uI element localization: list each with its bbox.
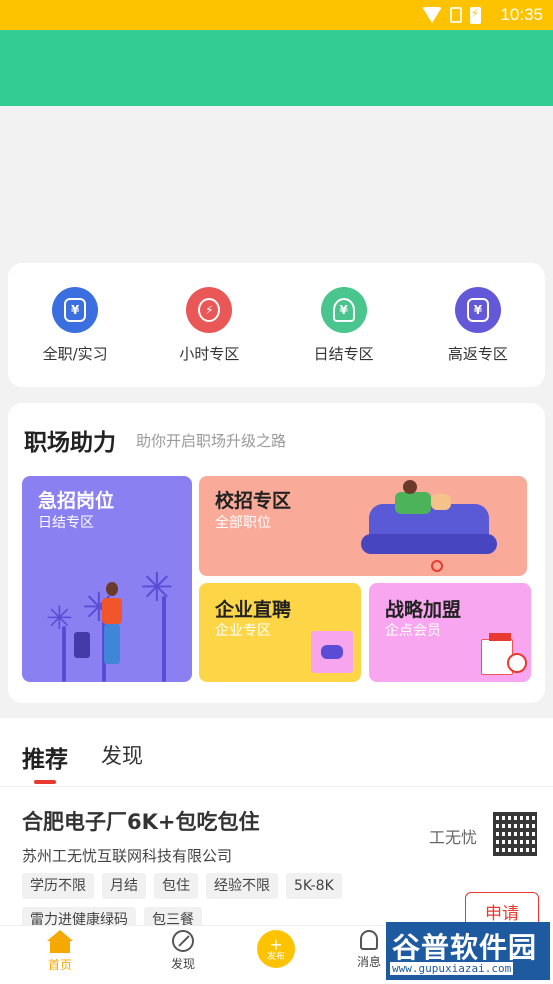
category-card: ¥ 全职/实习 ⚡ 小时专区 ¥ 日结专区 ¥ 高返专区 <box>8 263 545 387</box>
tile-subtitle: 日结专区 <box>38 515 94 531</box>
job-tag: 经验不限 <box>206 873 278 899</box>
nav-label: 发布 <box>266 951 285 962</box>
section-subtitle: 助你开启职场升级之路 <box>136 432 287 450</box>
money-box-icon: ¥ <box>454 286 501 333</box>
nav-label: 消息 <box>356 955 381 969</box>
category-label: 小时专区 <box>179 344 240 363</box>
tile-subtitle: 全部职位 <box>215 515 271 531</box>
job-company: 苏州工无忧互联网科技有限公司 <box>22 847 233 865</box>
nav-publish[interactable]: + 发布 <box>246 930 306 968</box>
tile-title: 企业直聘 <box>215 599 292 621</box>
publish-plus-icon: + 发布 <box>257 930 295 968</box>
tile-title: 战略加盟 <box>385 599 462 621</box>
category-fulltime[interactable]: ¥ 全职/实习 <box>15 286 135 364</box>
category-rebate[interactable]: ¥ 高返专区 <box>418 286 538 364</box>
battery-icon <box>470 6 481 24</box>
job-poster-name: 工无忧 <box>429 828 478 847</box>
active-tab-indicator <box>34 780 56 784</box>
user-money-icon: ¥ <box>320 286 367 333</box>
category-hourly[interactable]: ⚡ 小时专区 <box>149 286 269 364</box>
compass-icon <box>172 930 194 952</box>
job-tag: 月结 <box>102 873 146 899</box>
category-daily[interactable]: ¥ 日结专区 <box>284 286 404 364</box>
sim-icon <box>450 7 462 23</box>
tile-strategic-alliance[interactable]: 战略加盟 企点会员 <box>369 583 531 682</box>
job-tag: 包住 <box>154 873 198 899</box>
wifi-icon <box>422 7 442 23</box>
tile-subtitle: 企点会员 <box>385 623 441 639</box>
watermark-title: 谷普软件园 <box>392 931 538 964</box>
qr-code-icon <box>493 812 537 856</box>
tile-title: 急招岗位 <box>38 490 115 512</box>
stopwatch-icon: ⚡ <box>186 286 233 333</box>
tile-direct-hire[interactable]: 企业直聘 企业专区 <box>199 583 361 682</box>
top-banner[interactable] <box>0 30 553 106</box>
home-icon <box>47 930 73 941</box>
robot-illustration <box>311 631 353 673</box>
job-title: 合肥电子厂6K+包吃包住 <box>22 810 260 834</box>
nav-discover[interactable]: 发现 <box>153 930 213 972</box>
nav-label: 首页 <box>47 958 72 972</box>
tab-discover[interactable]: 发现 <box>101 740 143 770</box>
home-icon-body <box>50 941 70 953</box>
site-watermark: 谷普软件园 www.gupuxiazai.com <box>386 922 550 980</box>
watermark-url: www.gupuxiazai.com <box>390 962 514 975</box>
nav-label: 发现 <box>170 957 195 971</box>
nav-home[interactable]: 首页 <box>30 930 90 973</box>
tab-recommend[interactable]: 推荐 <box>22 740 68 774</box>
tile-title: 校招专区 <box>215 490 292 512</box>
status-icons <box>422 6 481 24</box>
fulltime-icon: ¥ <box>52 286 99 333</box>
status-time: 10:35 <box>500 5 543 24</box>
job-tag: 5K-8K <box>286 873 342 899</box>
bell-icon <box>360 930 378 950</box>
section-title: 职场助力 <box>24 430 116 456</box>
status-bar: 10:35 <box>0 0 553 30</box>
job-tags: 学历不限 月结 包住 经验不限 5K-8K 雷力进健康绿码 包三餐 <box>22 873 382 933</box>
tile-campus-recruit[interactable]: 校招专区 全部职位 <box>199 476 527 576</box>
job-tag: 学历不限 <box>22 873 94 899</box>
category-label: 高返专区 <box>447 344 508 363</box>
tile-subtitle: 企业专区 <box>215 623 271 639</box>
career-assist-card: 职场助力 助你开启职场升级之路 急招岗位 日结专区 ✳ ✳ ✳ 校招专区 全部职… <box>8 403 545 703</box>
category-label: 全职/实习 <box>42 344 108 363</box>
category-label: 日结专区 <box>313 344 374 363</box>
feed-tabs: 推荐 发现 <box>0 718 553 787</box>
tile-urgent-jobs[interactable]: 急招岗位 日结专区 ✳ ✳ ✳ <box>22 476 192 682</box>
